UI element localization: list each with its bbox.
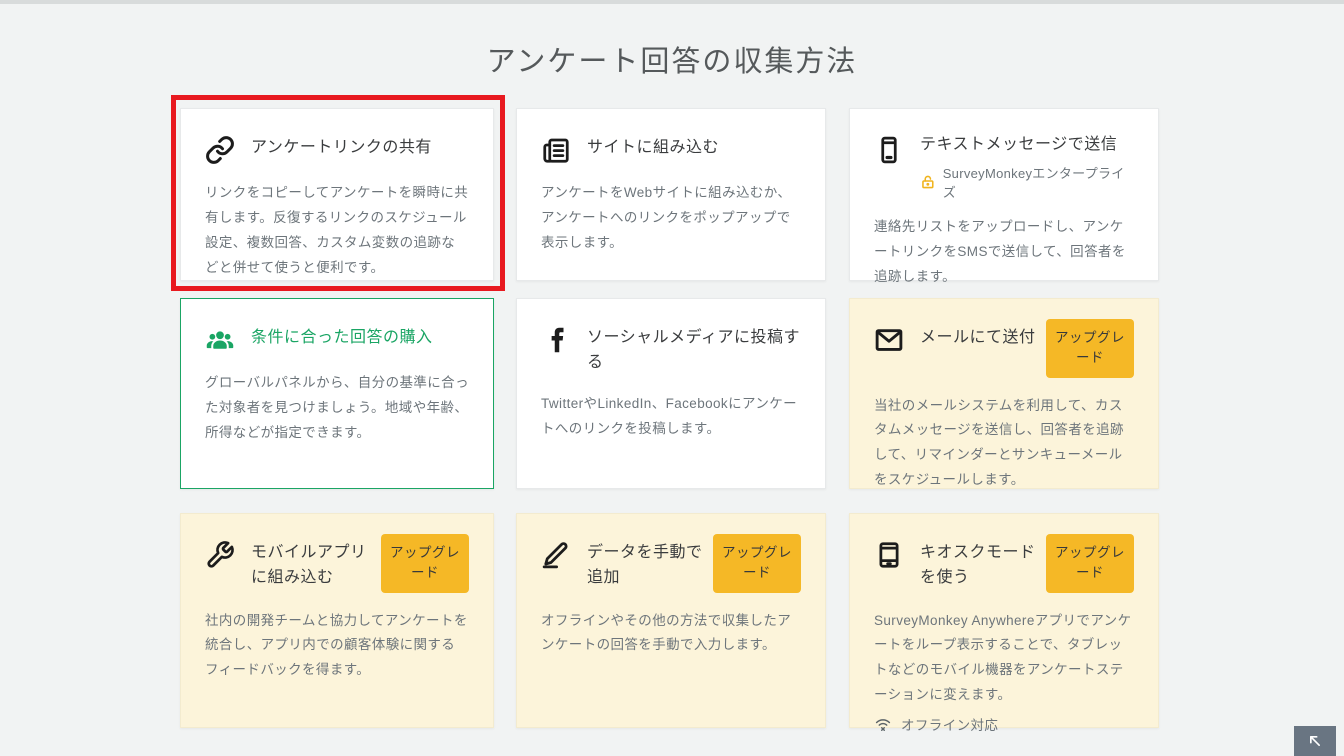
card-add-data-manually[interactable]: データを手動で追加 アップグレード オフラインやその他の方法で収集したアンケート… [516,513,826,728]
card-description: 連絡先リストをアップロードし、アンケートリンクをSMSで送信して、回答者を追跡し… [874,215,1134,290]
card-description: オフラインやその他の方法で収集したアンケートの回答を手動で入力します。 [541,609,801,659]
card-title: ソーシャルメディアに投稿する [587,323,801,376]
card-description: アンケートをWebサイトに組み込むか、アンケートへのリンクをポップアップで表示し… [541,181,801,256]
audience-group-icon [205,325,235,355]
offline-support-label: オフライン対応 [901,714,998,734]
card-send-text-message[interactable]: テキストメッセージで送信 SurveyMonkeyエンタープライズ 連絡先リスト… [849,108,1159,281]
card-title: サイトに組み込む [587,133,801,161]
upgrade-button[interactable]: アップグレード [1046,319,1134,378]
card-description: リンクをコピーしてアンケートを瞬時に共有します。反復するリンクのスケジュール設定… [205,181,469,281]
card-description: グローバルパネルから、自分の基準に合った対象者を見つけましょう。地域や年齢、所得… [205,371,469,446]
card-title: キオスクモードを使う [920,538,1036,591]
lock-icon [920,174,936,190]
card-buy-targeted-responses[interactable]: 条件に合った回答の購入 グローバルパネルから、自分の基準に合った対象者を見つけま… [180,298,494,489]
card-title: メールにて送付 [920,323,1036,351]
card-kiosk-mode[interactable]: キオスクモードを使う アップグレード SurveyMonkey Anywhere… [849,513,1159,728]
card-description: TwitterやLinkedIn、Facebookにアンケートへのリンクを投稿し… [541,392,801,442]
phone-icon [874,135,904,165]
facebook-icon [541,325,571,355]
card-title: モバイルアプリに組み込む [251,538,371,591]
corner-arrow-button[interactable] [1294,726,1336,756]
card-send-by-email[interactable]: メールにて送付 アップグレード 当社のメールシステムを利用して、カスタムメッセー… [849,298,1159,489]
card-description: 社内の開発チームと協力してアンケートを統合し、アプリ内での顧客体験に関するフィー… [205,609,469,684]
wrench-icon [205,540,235,570]
upgrade-button[interactable]: アップグレード [1046,534,1134,593]
browser-edge-strip [0,0,1344,4]
card-embed-on-website[interactable]: サイトに組み込む アンケートをWebサイトに組み込むか、アンケートへのリンクをポ… [516,108,826,281]
card-title: データを手動で追加 [587,538,703,591]
embed-website-icon [541,135,571,165]
wifi-offline-icon [874,715,892,733]
pencil-icon [541,540,571,570]
upgrade-button[interactable]: アップグレード [381,534,469,593]
envelope-icon [874,325,904,355]
arrow-up-left-icon [1305,731,1325,751]
card-share-survey-link[interactable]: アンケートリンクの共有 リンクをコピーしてアンケートを瞬時に共有します。反復する… [180,108,494,281]
card-post-social-media[interactable]: ソーシャルメディアに投稿する TwitterやLinkedIn、Facebook… [516,298,826,489]
card-mobile-app-integration[interactable]: モバイルアプリに組み込む アップグレード 社内の開発チームと協力してアンケートを… [180,513,494,728]
card-title: アンケートリンクの共有 [251,133,469,161]
enterprise-badge: SurveyMonkeyエンタープライズ [943,163,1134,201]
page-title: アンケート回答の収集方法 [0,38,1344,80]
card-description: SurveyMonkey Anywhereアプリでアンケートをループ表示すること… [874,609,1134,709]
upgrade-button[interactable]: アップグレード [713,534,801,593]
card-title: テキストメッセージで送信 [920,133,1134,158]
card-title: 条件に合った回答の購入 [251,323,469,351]
tablet-icon [874,540,904,570]
link-icon [205,135,235,165]
card-description: 当社のメールシステムを利用して、カスタムメッセージを送信し、回答者を追跡して、リ… [874,394,1134,494]
